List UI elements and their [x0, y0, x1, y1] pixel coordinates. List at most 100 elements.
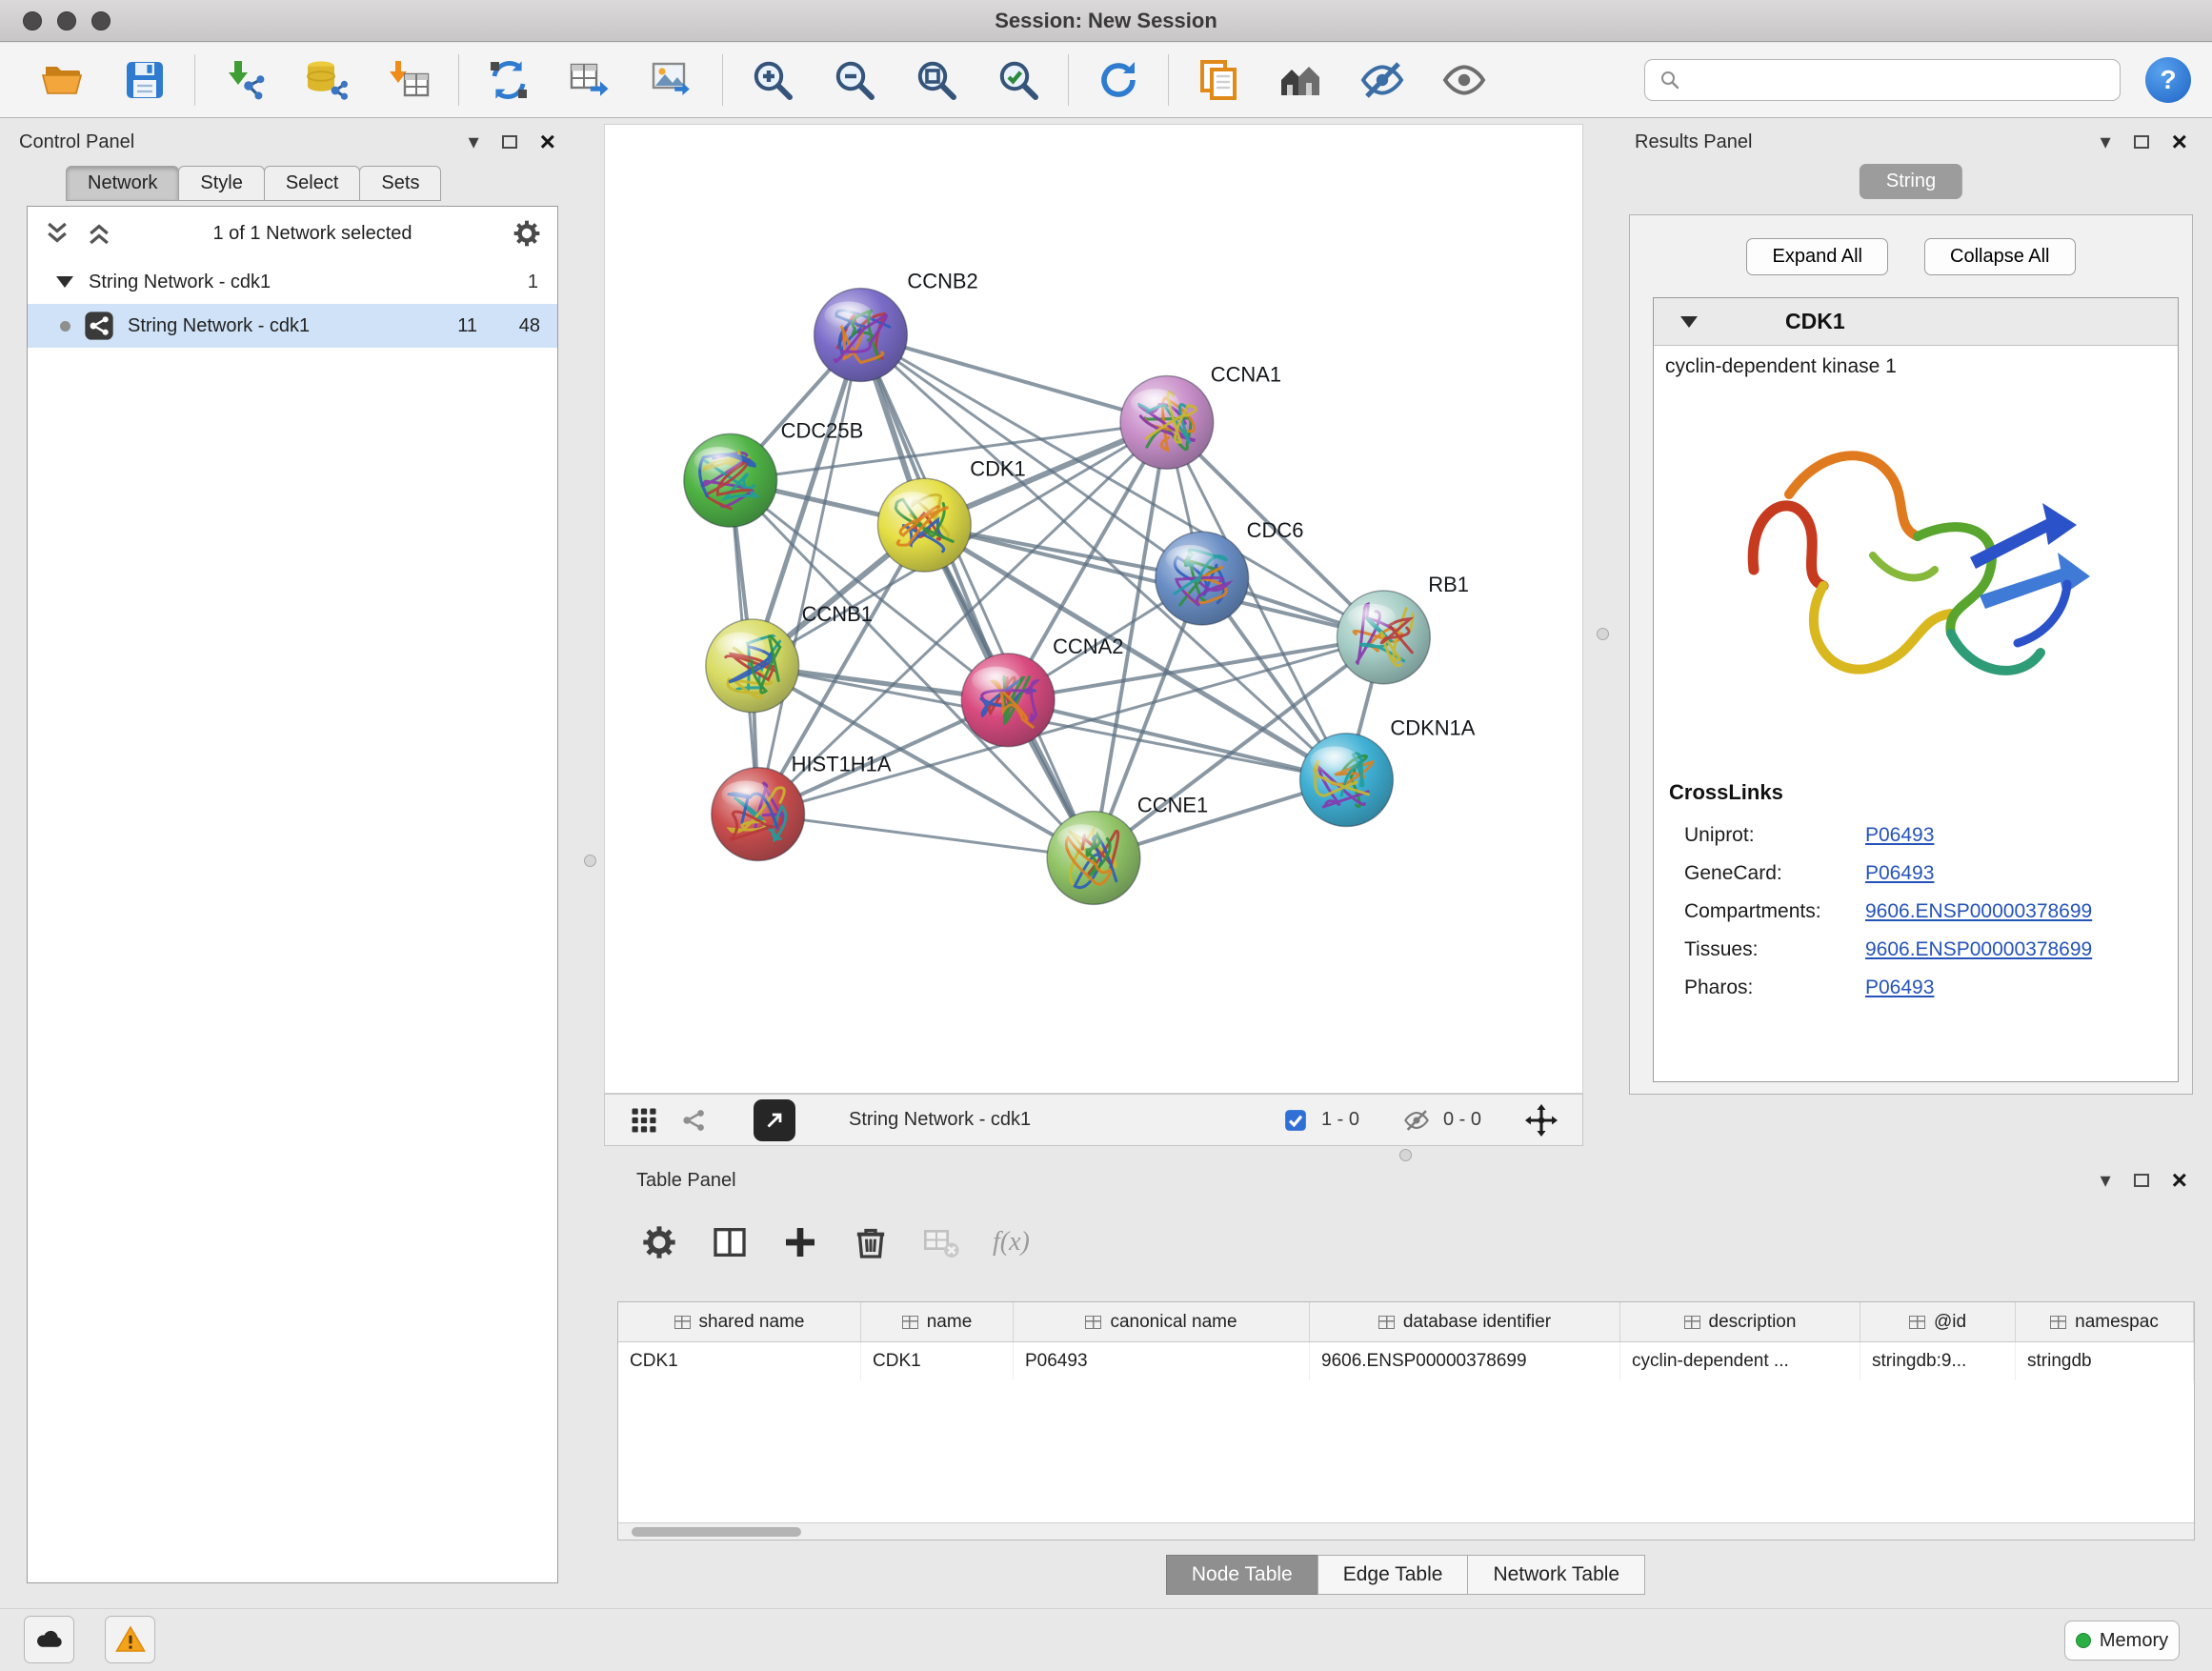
- import-network-database-button[interactable]: [300, 50, 353, 110]
- crosslink-link[interactable]: P06493: [1865, 862, 1934, 885]
- import-network-file-button[interactable]: [218, 50, 271, 110]
- horizontal-scrollbar[interactable]: [618, 1522, 2194, 1540]
- protein-section-header[interactable]: CDK1: [1654, 298, 2178, 346]
- share-icon[interactable]: [679, 1106, 708, 1135]
- collapse-all-icon[interactable]: [43, 219, 71, 248]
- cell-canonical-name[interactable]: P06493: [1014, 1342, 1310, 1380]
- tab-select[interactable]: Select: [264, 166, 361, 201]
- open-in-window-button[interactable]: [754, 1099, 795, 1141]
- gear-icon[interactable]: [512, 218, 542, 249]
- gear-icon[interactable]: [640, 1223, 678, 1261]
- panel-float-icon[interactable]: ▾: [2101, 131, 2111, 152]
- tab-node-table[interactable]: Node Table: [1166, 1555, 1318, 1595]
- function-builder-button[interactable]: f(x): [993, 1227, 1030, 1258]
- network-canvas[interactable]: CCNB2CCNA1CDC25BCDK1CDC6RB1CCNB1CCNA2CDK…: [604, 124, 1583, 1094]
- panel-close-icon[interactable]: ×: [540, 129, 555, 155]
- columns-icon[interactable]: [711, 1223, 749, 1261]
- panel-float-icon[interactable]: ▾: [2101, 1170, 2111, 1191]
- expand-all-button[interactable]: Expand All: [1746, 238, 1888, 275]
- column-header[interactable]: @id: [1860, 1302, 2016, 1341]
- panel-close-icon[interactable]: ×: [2172, 129, 2187, 155]
- column-header[interactable]: namespac: [2016, 1302, 2194, 1341]
- window-close-button[interactable]: [23, 11, 42, 30]
- left-splitter-handle[interactable]: [584, 855, 596, 867]
- column-menu-icon[interactable]: [902, 1316, 918, 1329]
- right-splitter-handle[interactable]: [1597, 628, 1609, 640]
- window-minimize-button[interactable]: [57, 11, 76, 30]
- window-zoom-button[interactable]: [91, 11, 111, 30]
- memory-button[interactable]: Memory: [2064, 1621, 2180, 1661]
- crosslink-link[interactable]: P06493: [1865, 976, 1934, 999]
- open-session-button[interactable]: [36, 50, 90, 110]
- crosslink-link[interactable]: 9606.ENSP00000378699: [1865, 938, 2092, 961]
- expand-all-icon[interactable]: [85, 219, 113, 248]
- node-table[interactable]: shared name name canonical name database…: [617, 1301, 2195, 1540]
- panel-maximize-icon[interactable]: [2134, 135, 2149, 149]
- column-header[interactable]: shared name: [618, 1302, 861, 1341]
- tree-expand-icon[interactable]: [56, 276, 73, 288]
- delete-icon[interactable]: [852, 1223, 890, 1261]
- cell-id[interactable]: stringdb:9...: [1860, 1342, 2016, 1380]
- collapse-section-icon[interactable]: [1680, 316, 1698, 328]
- help-button[interactable]: ?: [2145, 57, 2191, 103]
- save-session-button[interactable]: [118, 50, 171, 110]
- column-menu-icon[interactable]: [1378, 1316, 1395, 1329]
- zoom-selected-button[interactable]: [992, 50, 1045, 110]
- import-table-button[interactable]: [382, 50, 435, 110]
- selected-checkbox-icon[interactable]: [1283, 1108, 1308, 1133]
- overview-button[interactable]: [1274, 50, 1327, 110]
- hidden-eye-slash-icon[interactable]: [1403, 1107, 1430, 1134]
- cell-shared-name[interactable]: CDK1: [618, 1342, 861, 1380]
- zoom-out-button[interactable]: [828, 50, 881, 110]
- column-header[interactable]: database identifier: [1310, 1302, 1620, 1341]
- column-header[interactable]: description: [1620, 1302, 1860, 1341]
- grid-icon[interactable]: [630, 1106, 658, 1135]
- horizontal-splitter-handle[interactable]: [1399, 1149, 1412, 1161]
- panel-maximize-icon[interactable]: [2134, 1174, 2149, 1187]
- network-node-count: 11: [439, 315, 477, 337]
- tab-string[interactable]: String: [1860, 164, 1962, 199]
- crosslink-link[interactable]: 9606.ENSP00000378699: [1865, 900, 2092, 923]
- hide-details-button[interactable]: [1356, 50, 1409, 110]
- collapse-all-button[interactable]: Collapse All: [1924, 238, 2076, 275]
- panel-close-icon[interactable]: ×: [2172, 1167, 2187, 1194]
- clone-network-button[interactable]: [482, 50, 535, 110]
- export-image-button[interactable]: [646, 50, 699, 110]
- cell-database-identifier[interactable]: 9606.ENSP00000378699: [1310, 1342, 1620, 1380]
- show-details-button[interactable]: [1438, 50, 1491, 110]
- column-menu-icon[interactable]: [1909, 1316, 1925, 1329]
- column-menu-icon[interactable]: [674, 1316, 691, 1329]
- tab-network-table[interactable]: Network Table: [1467, 1555, 1645, 1595]
- refresh-button[interactable]: [1092, 50, 1145, 110]
- search-box[interactable]: [1644, 59, 2121, 101]
- move-crosshair-icon[interactable]: [1525, 1104, 1558, 1137]
- tab-style[interactable]: Style: [178, 166, 264, 201]
- search-input[interactable]: [1691, 70, 2106, 91]
- add-icon[interactable]: [781, 1223, 819, 1261]
- cell-name[interactable]: CDK1: [861, 1342, 1014, 1380]
- crosslink-link[interactable]: P06493: [1865, 824, 1934, 847]
- panel-maximize-icon[interactable]: [502, 135, 517, 149]
- scrollbar-thumb[interactable]: [632, 1527, 801, 1537]
- cloud-status-button[interactable]: [24, 1616, 74, 1663]
- warning-status-button[interactable]: [105, 1616, 155, 1663]
- column-menu-icon[interactable]: [1684, 1316, 1700, 1329]
- cell-namespace[interactable]: stringdb: [2016, 1342, 2194, 1380]
- zoom-fit-button[interactable]: [910, 50, 963, 110]
- copy-style-button[interactable]: [1192, 50, 1245, 110]
- table-row[interactable]: CDK1 CDK1 P06493 9606.ENSP00000378699 cy…: [618, 1342, 2194, 1380]
- tab-edge-table[interactable]: Edge Table: [1317, 1555, 1469, 1595]
- network-collection-row[interactable]: String Network - cdk1 1: [28, 260, 557, 304]
- network-row-selected[interactable]: String Network - cdk1 11 48: [28, 304, 557, 348]
- tab-network[interactable]: Network: [66, 166, 179, 201]
- crosslinks-title: CrossLinks: [1669, 780, 2178, 805]
- zoom-in-button[interactable]: [746, 50, 799, 110]
- column-header[interactable]: name: [861, 1302, 1014, 1341]
- column-menu-icon[interactable]: [1085, 1316, 1101, 1329]
- column-menu-icon[interactable]: [2050, 1316, 2066, 1329]
- panel-float-icon[interactable]: ▾: [469, 131, 479, 152]
- cell-description[interactable]: cyclin-dependent ...: [1620, 1342, 1860, 1380]
- tab-sets[interactable]: Sets: [359, 166, 441, 201]
- column-header[interactable]: canonical name: [1014, 1302, 1310, 1341]
- export-table-button[interactable]: [564, 50, 617, 110]
